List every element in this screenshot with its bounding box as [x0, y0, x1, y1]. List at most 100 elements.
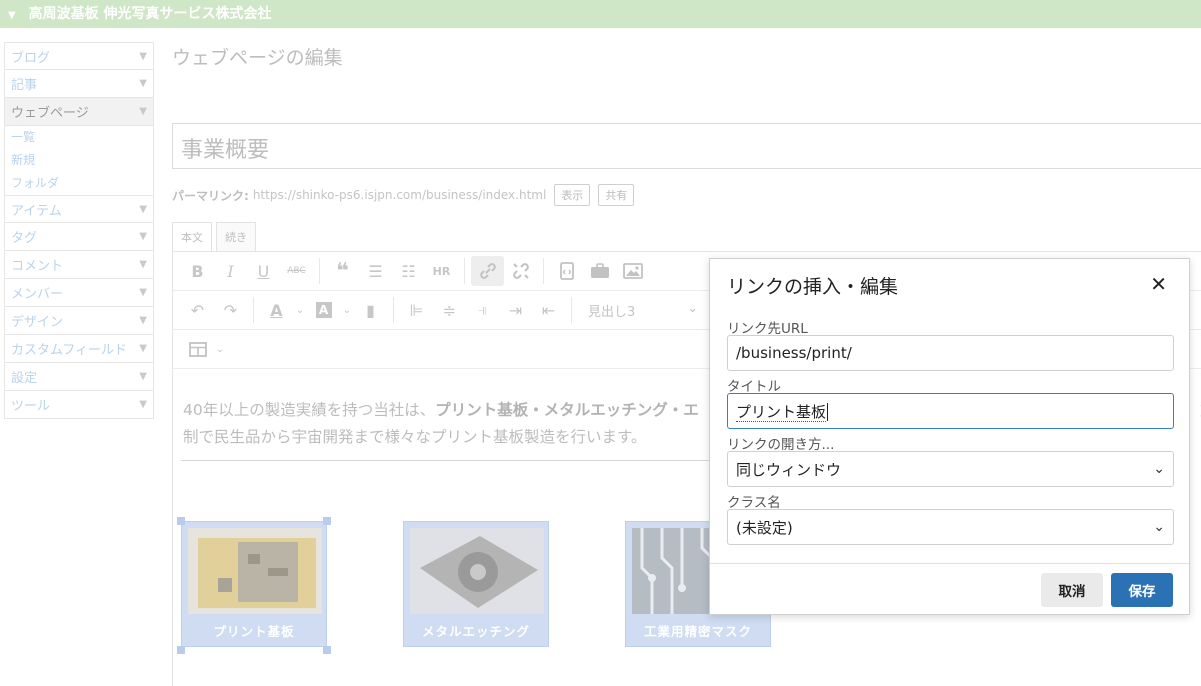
cancel-button[interactable]: 取消	[1041, 573, 1103, 607]
chevron-down-icon[interactable]: ▼	[139, 231, 147, 242]
image-card-metal-etching[interactable]: メタルエッチング	[403, 521, 549, 647]
align-right-icon[interactable]: ⫣	[466, 295, 499, 325]
target-select[interactable]: 同じウィンドウ ⌄	[727, 451, 1174, 487]
sidebar-item-label: アイテム	[11, 203, 62, 219]
chevron-down-icon[interactable]: ▼	[139, 371, 147, 382]
chevron-down-icon[interactable]: ▼	[139, 51, 147, 62]
toolbar-divider	[464, 258, 465, 284]
chevron-down-icon[interactable]: ▼	[139, 259, 147, 270]
entry-title-input[interactable]: 事業概要	[172, 123, 1201, 169]
chevron-down-icon[interactable]: ▼	[139, 78, 147, 89]
numbered-list-icon[interactable]: ☷	[392, 256, 425, 286]
resize-handle[interactable]	[323, 517, 331, 525]
insert-asset-icon[interactable]	[583, 256, 616, 286]
sidebar-item-label: カスタムフィールド	[11, 343, 127, 358]
resize-handle[interactable]	[177, 646, 185, 654]
insert-file-icon[interactable]	[550, 256, 583, 286]
horizontal-rule-icon[interactable]: HR	[425, 256, 458, 286]
chevron-down-icon[interactable]: ⌄	[293, 295, 307, 325]
sidebar-item-label: ブログ	[11, 50, 51, 66]
sidebar-item-members[interactable]: メンバー ▼	[4, 279, 154, 307]
class-select[interactable]: (未設定) ⌄	[727, 509, 1174, 545]
tab-more[interactable]: 続き	[216, 222, 256, 251]
undo-icon[interactable]: ↶	[181, 295, 214, 325]
sidebar-subitem-list[interactable]: 一覧	[4, 126, 154, 149]
sidebar-item-tags[interactable]: タグ ▼	[4, 223, 154, 251]
unlink-icon[interactable]	[504, 256, 537, 286]
image-card-print-board[interactable]: プリント基板	[181, 521, 327, 647]
link-dialog: リンクの挿入・編集 ✕ リンク先URL /business/print/ タイト…	[709, 258, 1190, 615]
title-input-value: プリント基板	[736, 401, 829, 422]
sidebar-item-tools[interactable]: ツール ▼	[4, 391, 154, 419]
url-input-value: /business/print/	[736, 344, 852, 362]
toolbar-divider	[571, 297, 572, 323]
chevron-down-icon: ⌄	[687, 300, 698, 316]
insert-image-icon[interactable]	[616, 256, 649, 286]
page-title: ウェブページの編集	[172, 47, 343, 69]
table-glyph	[188, 341, 207, 357]
toolbar-divider	[253, 297, 254, 323]
pcb-image	[188, 528, 322, 614]
italic-icon[interactable]: I	[214, 256, 247, 286]
resize-handle[interactable]	[177, 517, 185, 525]
bullet-list-icon[interactable]: ☰	[359, 256, 392, 286]
share-button[interactable]: 共有	[598, 184, 635, 206]
horizontal-rule	[181, 460, 721, 461]
view-button[interactable]: 表示	[554, 184, 591, 206]
unlink-glyph	[512, 263, 529, 279]
site-header-bar[interactable]: ▼ 高周波基板 伸光写真サービス株式会社	[0, 0, 1201, 28]
tab-body[interactable]: 本文	[172, 222, 212, 251]
sidebar-item-blog[interactable]: ブログ ▼	[4, 42, 154, 70]
align-left-icon[interactable]: ⊫	[400, 295, 433, 325]
url-input[interactable]: /business/print/	[727, 335, 1174, 371]
sidebar-item-design[interactable]: デザイン ▼	[4, 307, 154, 335]
sidebar-item-entries[interactable]: 記事 ▼	[4, 70, 154, 98]
close-icon[interactable]: ✕	[1150, 272, 1167, 296]
sidebar-item-items[interactable]: アイテム ▼	[4, 195, 154, 223]
bold-icon[interactable]: B	[181, 256, 214, 286]
link-icon[interactable]	[471, 256, 504, 286]
sidebar-item-webpages[interactable]: ウェブページ ▼	[4, 98, 154, 126]
chevron-down-icon[interactable]: ▼	[139, 106, 147, 117]
blockquote-icon[interactable]: ❝	[326, 256, 359, 286]
sidebar-item-label: ウェブページ	[11, 106, 89, 121]
underline-icon[interactable]: U	[247, 256, 280, 286]
sidebar-item-settings[interactable]: 設定 ▼	[4, 363, 154, 391]
redo-icon[interactable]: ↷	[214, 295, 247, 325]
sidebar-item-comments[interactable]: コメント ▼	[4, 251, 154, 279]
chevron-down-icon[interactable]: ▼	[139, 287, 147, 298]
align-center-icon[interactable]: ≑	[433, 295, 466, 325]
chevron-down-icon[interactable]: ⌄	[340, 295, 354, 325]
dialog-footer: 取消 保存	[710, 563, 1189, 614]
heading-select[interactable]: 見出し3 ⌄	[578, 301, 708, 320]
chevron-down-icon[interactable]: ▼	[139, 399, 147, 410]
title-input[interactable]: プリント基板	[727, 393, 1174, 429]
highlight-icon[interactable]: ▮	[354, 295, 387, 325]
link-glyph	[479, 263, 496, 279]
triangle-down-icon[interactable]: ▼	[8, 10, 16, 21]
save-button[interactable]: 保存	[1111, 573, 1173, 607]
sidebar-item-label: メンバー	[11, 287, 64, 302]
strikethrough-icon[interactable]: ABC	[280, 256, 313, 286]
chevron-down-icon[interactable]: ▼	[139, 315, 147, 326]
chevron-down-icon[interactable]: ▼	[139, 204, 147, 215]
sidebar-subitem-folders[interactable]: フォルダ	[4, 172, 154, 195]
sidebar-item-custom-fields[interactable]: カスタムフィールド ▼	[4, 335, 154, 363]
dialog-title: リンクの挿入・編集	[727, 276, 899, 298]
card-caption: プリント基板	[213, 624, 295, 639]
chevron-down-icon[interactable]: ⌄	[214, 334, 226, 364]
table-icon[interactable]	[181, 334, 214, 364]
outdent-icon[interactable]: ⇤	[532, 295, 565, 325]
content-text: 40年以上の製造実績を持つ当社は、	[183, 401, 436, 419]
chevron-down-icon[interactable]: ▼	[139, 343, 147, 354]
sidebar-subitem-new[interactable]: 新規	[4, 149, 154, 172]
chevron-down-icon: ⌄	[1153, 461, 1165, 477]
indent-icon[interactable]: ⇥	[499, 295, 532, 325]
card-caption: メタルエッチング	[421, 624, 530, 639]
text-color-icon[interactable]: A	[260, 295, 293, 325]
resize-handle[interactable]	[323, 646, 331, 654]
url-label: リンク先URL	[727, 321, 808, 337]
permalink-url[interactable]: https://shinko-ps6.isjpn.com/business/in…	[253, 188, 547, 202]
image-glyph	[622, 263, 643, 279]
background-color-icon[interactable]: A	[307, 295, 340, 325]
